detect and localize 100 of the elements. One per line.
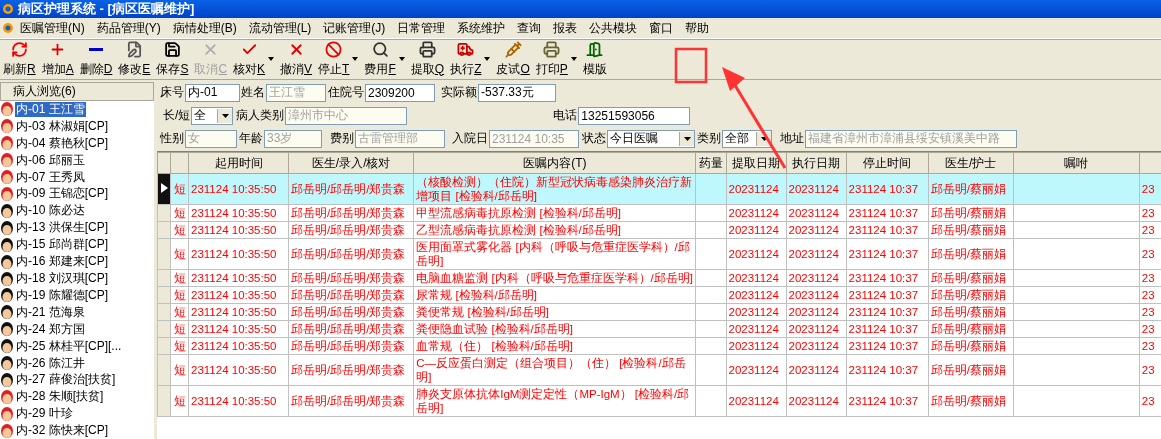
table-cell: 邱岳明/邱岳明/郑贵森 [288, 286, 414, 304]
toolbar-button[interactable]: 皮试O [493, 40, 533, 78]
menu-item[interactable]: 记账管理(J) [317, 19, 392, 37]
patient-item[interactable]: 内-03 林淑娟[CP] [15, 118, 109, 134]
menu-item[interactable]: 流动管理(L) [242, 19, 318, 37]
field-label: 住院号 [328, 84, 364, 101]
table-cell: 短 [170, 238, 189, 270]
field-label: 实际额 [441, 84, 477, 101]
menu-item[interactable]: 日常管理 [391, 19, 452, 37]
field-label: 性别 [160, 130, 184, 147]
toolbar-button[interactable]: 刷新R [0, 40, 39, 78]
menu-item[interactable]: 系统维护 [451, 19, 512, 37]
patient-item[interactable]: 内-15 邱尚群[CP] [15, 237, 109, 253]
patient-item[interactable]: 内-18 刘汉琪[CP] [15, 271, 109, 286]
table-cell: 粪便隐血试验 [检验科/邱岳明] [413, 320, 696, 338]
table-cell: 邱岳明/蔡丽娟 [928, 238, 1014, 270]
no-entry-icon [325, 41, 343, 58]
dropdown-field[interactable]: 今日医嘱 [607, 129, 695, 148]
menu-item[interactable]: 窗口 [643, 19, 680, 37]
table-row[interactable]: 短 231124 10:35:50 邱岳明/邱岳明/郑贵森 肺炎支原体抗体IgM测定定性（MP-IgM） [检验科/邱岳明] 20231124 20231124 231124 10:37 邱岳明/蔡丽娟 23 [157, 385, 1161, 417]
input-field[interactable]: 13251593056 [578, 106, 691, 125]
person-icon [0, 202, 14, 219]
dropdown-field[interactable]: 全部 [722, 129, 772, 148]
menu-item[interactable]: 公共模块 [583, 19, 644, 37]
patient-item[interactable]: 内-24 郑方国 [15, 321, 86, 337]
toolbar-button[interactable]: 提取Q [407, 40, 448, 78]
table-row[interactable]: 短 231124 10:35:50 邱岳明/邱岳明/郑贵森 C—反应蛋白测定（组合项目）（住） [检验科/邱岳明] 20231124 20231124 231124 10:37 邱岳明/蔡丽娟 23 [157, 354, 1161, 386]
patient-item[interactable]: 内-07 王秀凤 [15, 169, 86, 185]
table-cell: 20231124 [726, 238, 787, 270]
column-header[interactable]: 嘱咐 [1013, 152, 1140, 174]
field-label: 类别 [697, 130, 721, 147]
toolbar-button[interactable]: 模版 [579, 40, 610, 78]
column-header[interactable]: 起用时间 [188, 152, 289, 174]
patient-item[interactable]: 内-13 洪保生[CP] [15, 220, 109, 236]
patient-item[interactable]: 内-21 范海泉 [15, 304, 86, 320]
menu-item[interactable]: 医嘱管理(N) [14, 19, 91, 37]
patient-item[interactable]: 内-10 陈必达 [15, 203, 86, 219]
toolbar-button[interactable]: 保存S [153, 40, 192, 78]
patient-item[interactable]: 内-19 陈耀德[CP] [15, 287, 109, 303]
toolbar-button[interactable]: 费用F [361, 40, 408, 78]
printer-icon [418, 41, 436, 58]
patient-item[interactable]: 内-25 林桂平[CP][... [15, 338, 123, 354]
column-header[interactable]: 执行日期 [786, 152, 847, 174]
patient-item[interactable]: 内-06 邱丽玉 [15, 152, 86, 168]
table-cell: 短 [170, 269, 189, 287]
caret-icon [760, 136, 768, 141]
table-cell: 231124 10:37 [846, 238, 929, 270]
table-cell: 医用面罩式雾化器 [内科（呼吸与危重症医学科）/邱岳明] [413, 238, 696, 270]
row-pointer-icon [160, 183, 168, 193]
column-header[interactable]: 药量 [696, 152, 726, 174]
refresh-icon [10, 41, 28, 58]
menu-item[interactable]: 帮助 [679, 19, 716, 37]
toolbar-button[interactable]: 删除D [76, 40, 116, 78]
toolbar-button[interactable]: 核对K [230, 40, 278, 78]
patient-item[interactable]: 内-28 朱顺[扶贫] [15, 389, 105, 405]
column-header[interactable]: 停止时间 [846, 152, 929, 174]
menu-item[interactable]: 报表 [547, 19, 584, 37]
table-cell: 邱岳明/蔡丽娟 [928, 303, 1014, 321]
menu-item[interactable]: 查询 [511, 19, 548, 37]
edit-icon [125, 41, 143, 58]
toolbar-button[interactable]: 执行Z [447, 40, 494, 78]
patient-item[interactable]: 内-16 郑建来[CP] [15, 254, 109, 270]
field-label: 状态 [582, 130, 606, 147]
person-icon [0, 338, 14, 355]
column-header[interactable]: 医嘱内容(T) [413, 152, 696, 174]
toolbar-button[interactable]: 停止T [315, 40, 362, 78]
menu-item[interactable]: 病情处理(B) [166, 19, 243, 37]
patient-item[interactable]: 内-32 陈快来[CP] [15, 423, 109, 439]
toolbar-button[interactable]: 打印P [532, 40, 580, 78]
patient-item[interactable]: 内-29 叶珍 [15, 406, 74, 422]
dropdown-field[interactable]: 全 [191, 106, 234, 125]
column-header[interactable]: 提取日期 [726, 152, 787, 174]
menu-item[interactable]: 药品管理(Y) [90, 19, 167, 37]
patient-item[interactable]: 内-09 王锦恋[CP] [15, 186, 109, 202]
table-cell: 邱岳明/蔡丽娟 [928, 173, 1014, 205]
patient-item[interactable]: 内-01 王江雪 [15, 101, 86, 117]
toolbar-button[interactable]: 修改E [115, 40, 154, 78]
table-cell: 短 [170, 320, 189, 338]
column-header[interactable]: 医生/录入/核对 [288, 152, 414, 174]
person-icon [0, 321, 14, 338]
column-header[interactable]: 医生/护士 [928, 152, 1014, 174]
input-field[interactable]: 内-01 [185, 83, 240, 102]
input-field[interactable]: 2309200 [365, 83, 435, 102]
table-cell: 231124 10:37 [846, 204, 929, 222]
field-label: 长/短 [163, 107, 191, 124]
table-cell: 短 [170, 173, 189, 205]
person-icon [0, 405, 14, 422]
patient-item[interactable]: 内-27 薛俊治[扶贫] [15, 372, 117, 388]
patient-item[interactable]: 内-26 陈江井 [15, 355, 86, 371]
input-field[interactable]: -537.33元 [478, 83, 556, 102]
table-row[interactable]: 短 231124 10:35:50 邱岳明/邱岳明/郑贵森 医用面罩式雾化器 [内科（呼吸与危重症医学科）/邱岳明] 20231124 20231124 231124 10:37 邱岳明/蔡丽娟 23 [157, 238, 1161, 270]
toolbar-button[interactable]: 撤消V [277, 40, 316, 78]
toolbar-button[interactable]: 增加A [38, 40, 77, 78]
person-icon [0, 270, 14, 287]
table-cell: 231124 10:35:50 [188, 354, 289, 386]
patient-item[interactable]: 内-04 蔡艳秋[CP] [15, 135, 109, 151]
table-cell: 20231124 [726, 269, 787, 287]
table-cell: 20231124 [726, 204, 787, 222]
person-icon [0, 371, 14, 388]
save-icon [163, 41, 181, 58]
